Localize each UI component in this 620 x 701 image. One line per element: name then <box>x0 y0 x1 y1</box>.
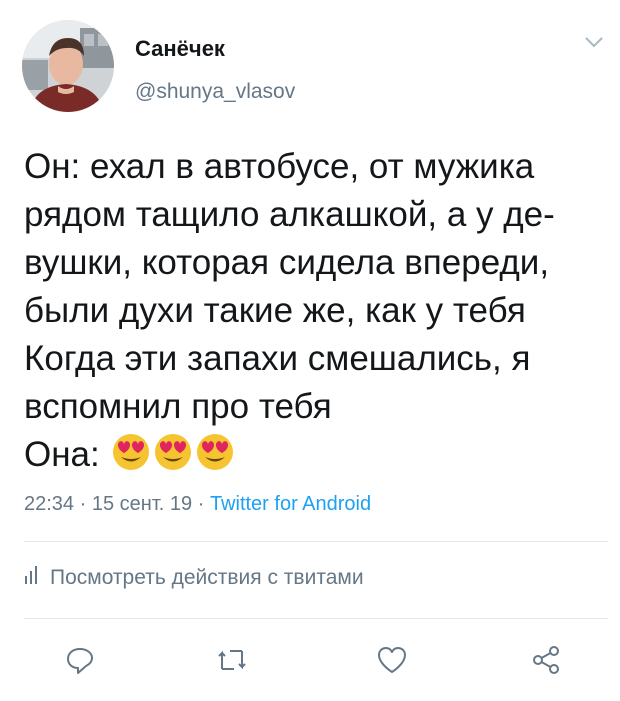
heart-eyes-emoji <box>113 434 150 470</box>
avatar[interactable] <box>22 20 114 112</box>
reply-button[interactable] <box>60 640 100 680</box>
user-handle[interactable]: @shunya_vlasov <box>135 80 295 104</box>
retweet-icon <box>218 650 246 670</box>
tweet-source-link[interactable]: Twitter for Android <box>210 493 371 515</box>
heart-eyes-emoji <box>155 434 192 470</box>
view-activity-link[interactable]: Посмотреть действия с твитами <box>24 566 364 590</box>
tweet-text: Он: ехал в автобусе, от мужика рядом тащ… <box>24 143 614 479</box>
share-icon <box>533 646 559 674</box>
tweet-card: Санёчек @shunya_vlasov Он: ехал в автобу… <box>0 0 620 701</box>
bar-chart-icon <box>24 566 38 590</box>
chevron-down-icon[interactable] <box>583 34 605 50</box>
meta-separator: · <box>79 493 87 515</box>
tweet-time: 22:34 <box>24 493 75 515</box>
share-button[interactable] <box>526 640 566 680</box>
tweet-date: 15 сент. 19 <box>91 493 193 515</box>
tweet-text-content: Он: ехал в автобусе, от мужика рядом тащ… <box>24 147 555 474</box>
heart-icon <box>378 647 406 673</box>
meta-separator: · <box>197 493 205 515</box>
emoji-row <box>109 434 235 474</box>
heart-eyes-emoji <box>197 434 234 470</box>
reply-icon <box>67 648 93 674</box>
display-name[interactable]: Санёчек <box>135 36 225 62</box>
divider <box>24 541 608 542</box>
like-button[interactable] <box>372 640 412 680</box>
tweet-meta: 22:34 · 15 сент. 19 · Twitter for Androi… <box>24 493 371 516</box>
divider <box>24 618 608 619</box>
action-bar <box>0 640 620 680</box>
view-activity-label: Посмотреть действия с твитами <box>50 566 364 589</box>
retweet-button[interactable] <box>212 640 252 680</box>
